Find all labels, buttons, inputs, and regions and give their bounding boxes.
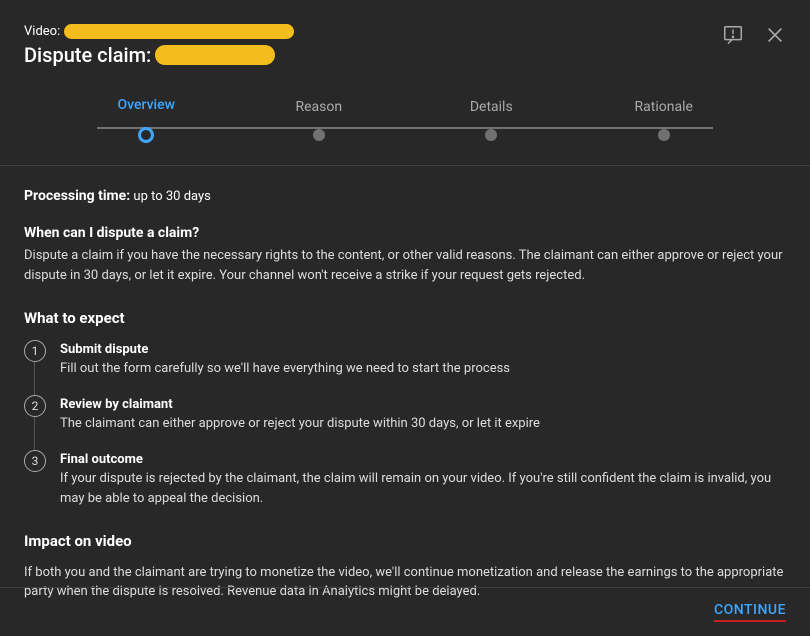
dialog-footer: CONTINUE (0, 587, 810, 636)
step-label: Rationale (635, 99, 693, 115)
dialog-header: Video: Dispute claim: (0, 0, 810, 79)
step-label: Details (470, 99, 513, 115)
content-area: Processing time: up to 30 days When can … (0, 166, 810, 606)
step-title: Final outcome (60, 450, 786, 470)
step-dot (138, 127, 154, 143)
step-number: 3 (24, 450, 46, 472)
video-label: Video: (24, 24, 60, 39)
processing-value: up to 30 days (133, 189, 210, 204)
processing-time: Processing time: up to 30 days (24, 186, 786, 207)
step-desc: Fill out the form carefully so we'll hav… (60, 359, 510, 379)
step-desc: The claimant can either approve or rejec… (60, 414, 540, 434)
step-details[interactable]: Details (405, 99, 578, 141)
dialog-title: Dispute claim: (24, 43, 786, 67)
title-prefix: Dispute claim: (24, 43, 151, 67)
continue-button[interactable]: CONTINUE (714, 602, 786, 622)
step-number: 1 (24, 340, 46, 362)
step-title: Submit dispute (60, 340, 510, 360)
feedback-icon[interactable] (722, 24, 744, 46)
step-dot (658, 129, 670, 141)
expect-step-1: 1 Submit dispute Fill out the form caref… (24, 340, 786, 379)
when-heading: When can I dispute a claim? (24, 223, 786, 244)
step-number: 2 (24, 395, 46, 417)
video-line: Video: (24, 24, 786, 39)
step-desc: If your dispute is rejected by the claim… (60, 469, 786, 508)
processing-label: Processing time: (24, 188, 130, 204)
expect-steps: 1 Submit dispute Fill out the form caref… (24, 340, 786, 509)
redacted-claim-title (155, 45, 275, 65)
expect-heading: What to expect (24, 307, 786, 330)
when-body: Dispute a claim if you have the necessar… (24, 246, 786, 285)
dispute-dialog: Video: Dispute claim: Overview Reason De (0, 0, 810, 636)
step-overview[interactable]: Overview (60, 97, 233, 143)
expect-step-3: 3 Final outcome If your dispute is rejec… (24, 450, 786, 509)
close-icon[interactable] (764, 24, 786, 46)
step-dot (313, 129, 325, 141)
expect-step-2: 2 Review by claimant The claimant can ei… (24, 395, 786, 434)
redacted-video-title (64, 24, 294, 39)
impact-heading: Impact on video (24, 530, 786, 553)
progress-stepper: Overview Reason Details Rationale (0, 79, 810, 165)
step-reason[interactable]: Reason (233, 99, 406, 141)
step-label: Overview (118, 97, 175, 113)
step-dot (485, 129, 497, 141)
step-label: Reason (295, 99, 342, 115)
step-title: Review by claimant (60, 395, 540, 415)
step-rationale[interactable]: Rationale (578, 99, 751, 141)
